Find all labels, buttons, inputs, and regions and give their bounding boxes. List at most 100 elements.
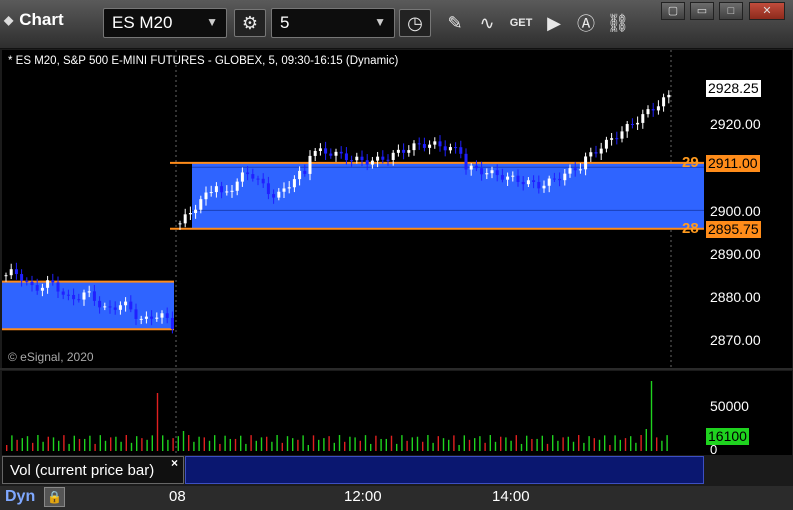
chevron-down-icon: ▼ (206, 15, 218, 29)
link-icon[interactable]: ⛓ (604, 9, 632, 37)
level-label: 28 (682, 220, 699, 237)
close-icon[interactable]: ✕ (749, 2, 785, 20)
candle-body (209, 192, 213, 194)
lock-icon[interactable]: 🔒 (44, 487, 65, 507)
volume-bar (245, 443, 247, 451)
volume-bar (380, 438, 382, 451)
close-icon[interactable]: × (171, 456, 178, 470)
clock-icon[interactable]: ◷ (399, 9, 431, 37)
time-axis[interactable] (0, 486, 793, 510)
volume-bar (333, 442, 335, 451)
candle-body (443, 146, 447, 151)
gear-icon[interactable]: ⚙ (234, 9, 266, 37)
volume-bar (661, 440, 663, 451)
volume-bar (484, 442, 486, 451)
candle-body (165, 313, 169, 318)
candle-body (308, 155, 312, 174)
volume-bar (89, 435, 91, 451)
price-chart[interactable] (2, 50, 704, 368)
volume-bar (229, 438, 231, 451)
candle-body (204, 192, 208, 200)
pane-divider[interactable] (0, 368, 793, 370)
study-icon[interactable]: ∿ (473, 9, 501, 37)
candle-body (417, 143, 421, 145)
volume-bar (104, 440, 107, 451)
candle-body (370, 160, 374, 165)
candle-body (183, 214, 187, 224)
volume-bar (396, 443, 398, 451)
range-zone (2, 281, 174, 330)
interval-select[interactable]: 5 ▼ (271, 8, 395, 38)
restore-icon[interactable]: ▢ (661, 2, 685, 20)
candle-body (272, 194, 276, 198)
volume-bar (94, 443, 96, 451)
volume-bar (198, 436, 200, 451)
symbol-select[interactable]: ES M20 ▼ (103, 8, 227, 38)
candle-body (194, 209, 198, 214)
alert-icon[interactable]: Ⓐ (572, 9, 600, 37)
candle-body (334, 151, 338, 156)
candle-body (103, 306, 107, 308)
candle-body (98, 300, 102, 308)
volume-bar (630, 436, 632, 451)
volume-bar (271, 441, 273, 451)
candle-body (14, 269, 18, 275)
volume-bar (567, 436, 569, 451)
get-icon[interactable]: GET (507, 9, 535, 37)
volume-bar (406, 440, 408, 451)
volume-bar (58, 440, 60, 451)
session-mode[interactable]: Dyn (5, 488, 35, 506)
volume-bar (588, 436, 590, 451)
volume-study-label[interactable]: Vol (current price bar) (2, 456, 184, 484)
volume-bar (286, 436, 289, 451)
volume-bar (78, 438, 81, 451)
candle-body (170, 317, 174, 330)
candle-body (155, 317, 159, 319)
volume-bar (193, 441, 195, 451)
candle-body (542, 185, 546, 189)
candle-body (412, 143, 416, 151)
volume-chart[interactable] (2, 371, 704, 455)
tile-icon[interactable]: ▭ (690, 2, 714, 20)
volume-bar (546, 443, 549, 451)
volume-bar (515, 435, 517, 451)
volume-bar (188, 435, 190, 451)
candle-body (620, 131, 624, 139)
candle-body (40, 287, 44, 291)
volume-bar (73, 435, 75, 451)
volume-bar (219, 443, 221, 451)
volume-bar (666, 435, 668, 451)
candle-body (459, 147, 463, 154)
volume-bar (401, 435, 403, 451)
candle-body (610, 138, 614, 140)
candle-body (318, 148, 322, 151)
candle-body (339, 151, 343, 154)
volume-bar (177, 436, 179, 451)
candle-body (129, 301, 133, 310)
menu-icon[interactable]: ◆ (4, 13, 13, 27)
candle-body (82, 292, 86, 300)
volume-bar (552, 435, 554, 451)
candle-body (594, 152, 598, 154)
maximize-icon[interactable]: □ (719, 2, 743, 20)
volume-bar (640, 435, 642, 451)
volume-bar (130, 442, 133, 451)
candle-body (46, 280, 50, 288)
volume-bar (359, 440, 361, 451)
volume-bar (328, 436, 330, 451)
play-icon[interactable]: ▶ (540, 9, 568, 37)
volume-bar (156, 393, 159, 451)
candle-body (485, 173, 489, 175)
candle-body (448, 147, 452, 151)
price-axis[interactable]: 2920.00 2900.00 2890.00 2880.00 2870.00 (704, 50, 792, 368)
volume-bar (292, 438, 294, 451)
volume-bar (162, 435, 164, 451)
pencil-icon[interactable]: ✎ (441, 9, 469, 37)
candle-body (563, 173, 567, 181)
candle-body (266, 183, 270, 195)
volume-bar (437, 436, 439, 451)
candle-body (350, 160, 354, 162)
candle-body (113, 307, 117, 310)
app-title: ◆ Chart (4, 10, 64, 29)
volume-bar (307, 444, 309, 451)
